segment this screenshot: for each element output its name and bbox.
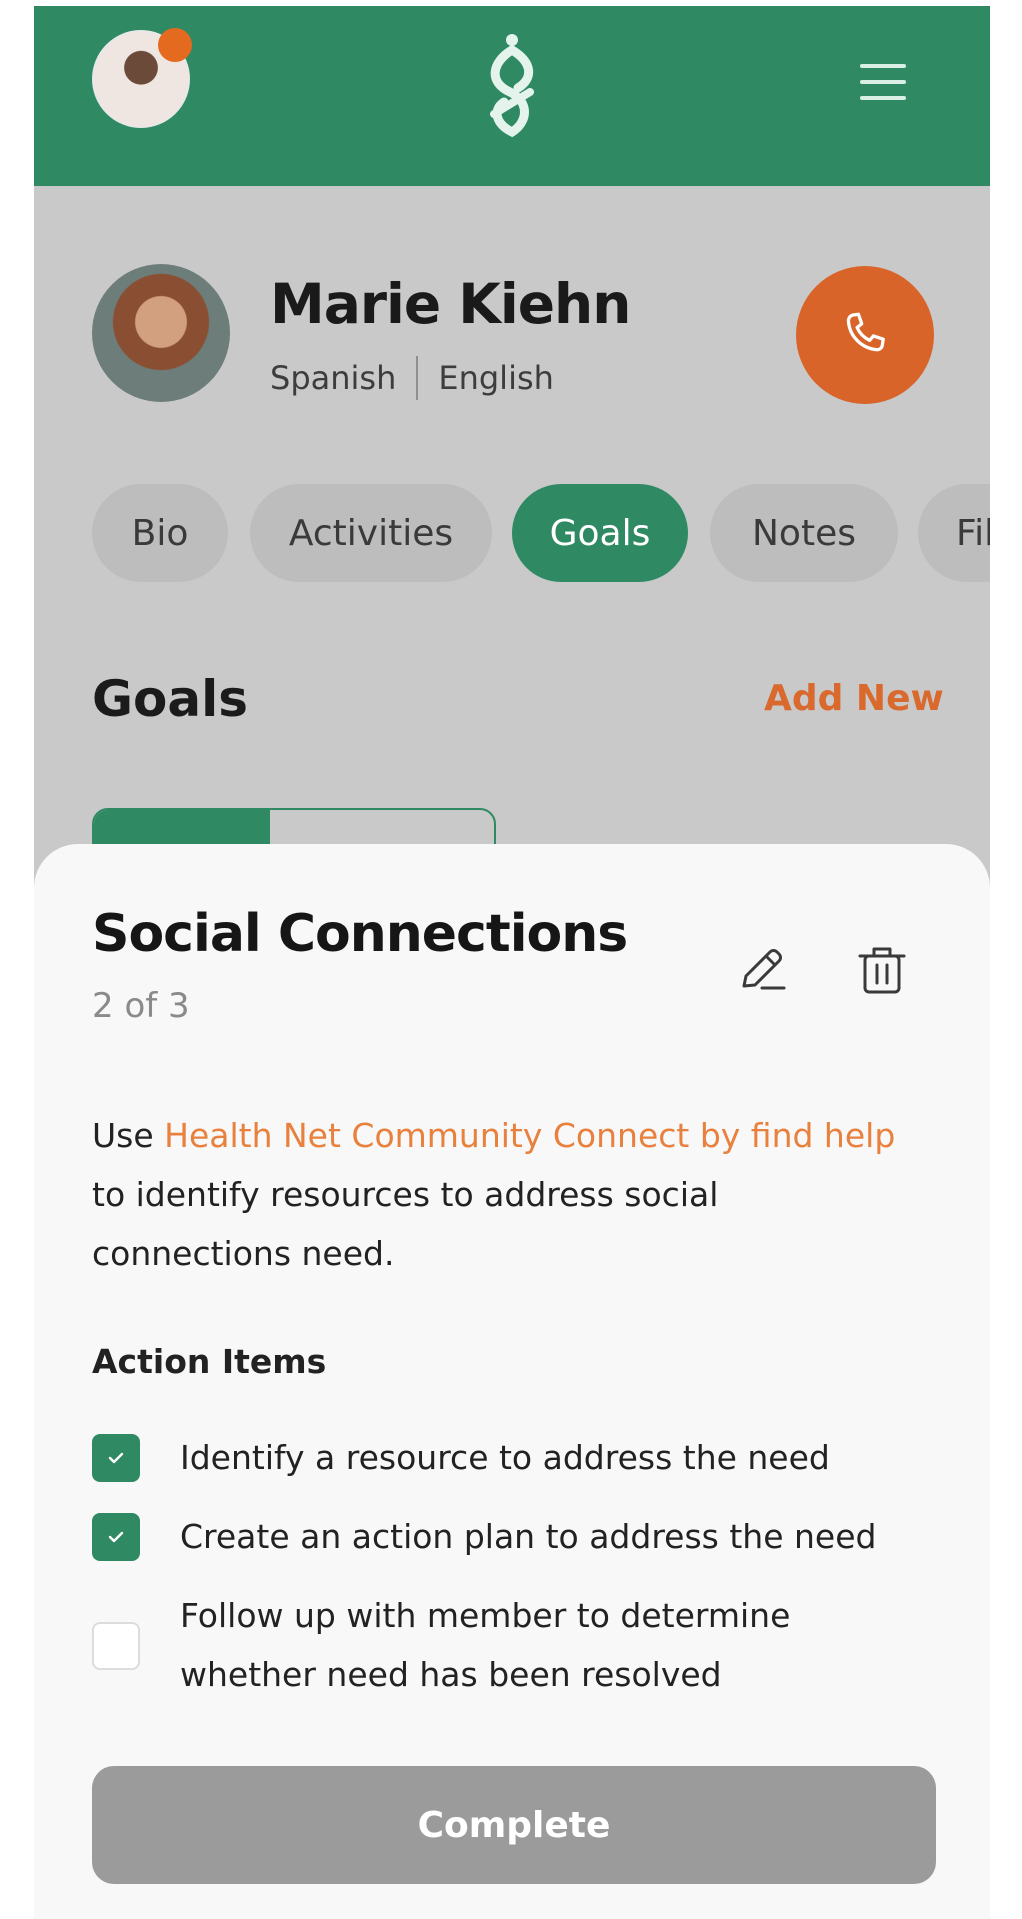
app-logo-icon (490, 34, 534, 138)
goal-description: Use Health Net Community Connect by find… (92, 1106, 912, 1283)
tab-bio[interactable]: Bio (92, 484, 228, 582)
checkmark-icon (108, 1452, 124, 1464)
action-items-heading: Action Items (92, 1342, 327, 1381)
checkmark-icon (108, 1531, 124, 1543)
complete-button[interactable]: Complete (92, 1766, 936, 1884)
action-item-checkbox[interactable] (92, 1622, 140, 1670)
goal-progress: 2 of 3 (92, 986, 190, 1026)
profile-tabs: Bio Activities Goals Notes Fil (92, 484, 990, 582)
goals-heading: Goals (92, 670, 249, 728)
app-screen: Marie Kiehn Spanish English Bio Activiti… (34, 6, 990, 1919)
language-primary: Spanish (270, 359, 397, 397)
tab-goals[interactable]: Goals (512, 484, 688, 582)
action-item-label: Create an action plan to address the nee… (180, 1517, 877, 1556)
description-suffix: to identify resources to address social … (92, 1175, 719, 1273)
notification-dot-icon (158, 28, 192, 62)
tab-activities[interactable]: Activities (250, 484, 492, 582)
hamburger-menu-icon[interactable] (860, 64, 906, 100)
tab-files[interactable]: Fil (918, 484, 990, 582)
member-languages: Spanish English (270, 356, 554, 400)
call-button[interactable] (796, 266, 934, 404)
action-item-label: Identify a resource to address the need (180, 1438, 830, 1477)
language-secondary: English (438, 359, 554, 397)
goal-title: Social Connections (92, 904, 628, 964)
description-prefix: Use (92, 1116, 165, 1155)
phone-icon (846, 312, 885, 352)
top-bar (34, 6, 990, 186)
pencil-icon[interactable] (734, 942, 790, 998)
tab-notes[interactable]: Notes (710, 484, 898, 582)
language-divider (416, 356, 419, 400)
trash-icon[interactable] (854, 942, 910, 998)
action-item-checkbox[interactable] (92, 1434, 140, 1482)
add-new-goal-link[interactable]: Add New (764, 678, 944, 719)
action-item-checkbox[interactable] (92, 1513, 140, 1561)
goal-detail-sheet: Social Connections 2 of 3 Use Health Net… (34, 844, 990, 1919)
community-connect-link[interactable]: Health Net Community Connect by find hel… (164, 1116, 895, 1155)
member-photo (92, 264, 230, 402)
member-name: Marie Kiehn (270, 272, 631, 336)
action-item-label: Follow up with member to determine wheth… (180, 1596, 791, 1694)
